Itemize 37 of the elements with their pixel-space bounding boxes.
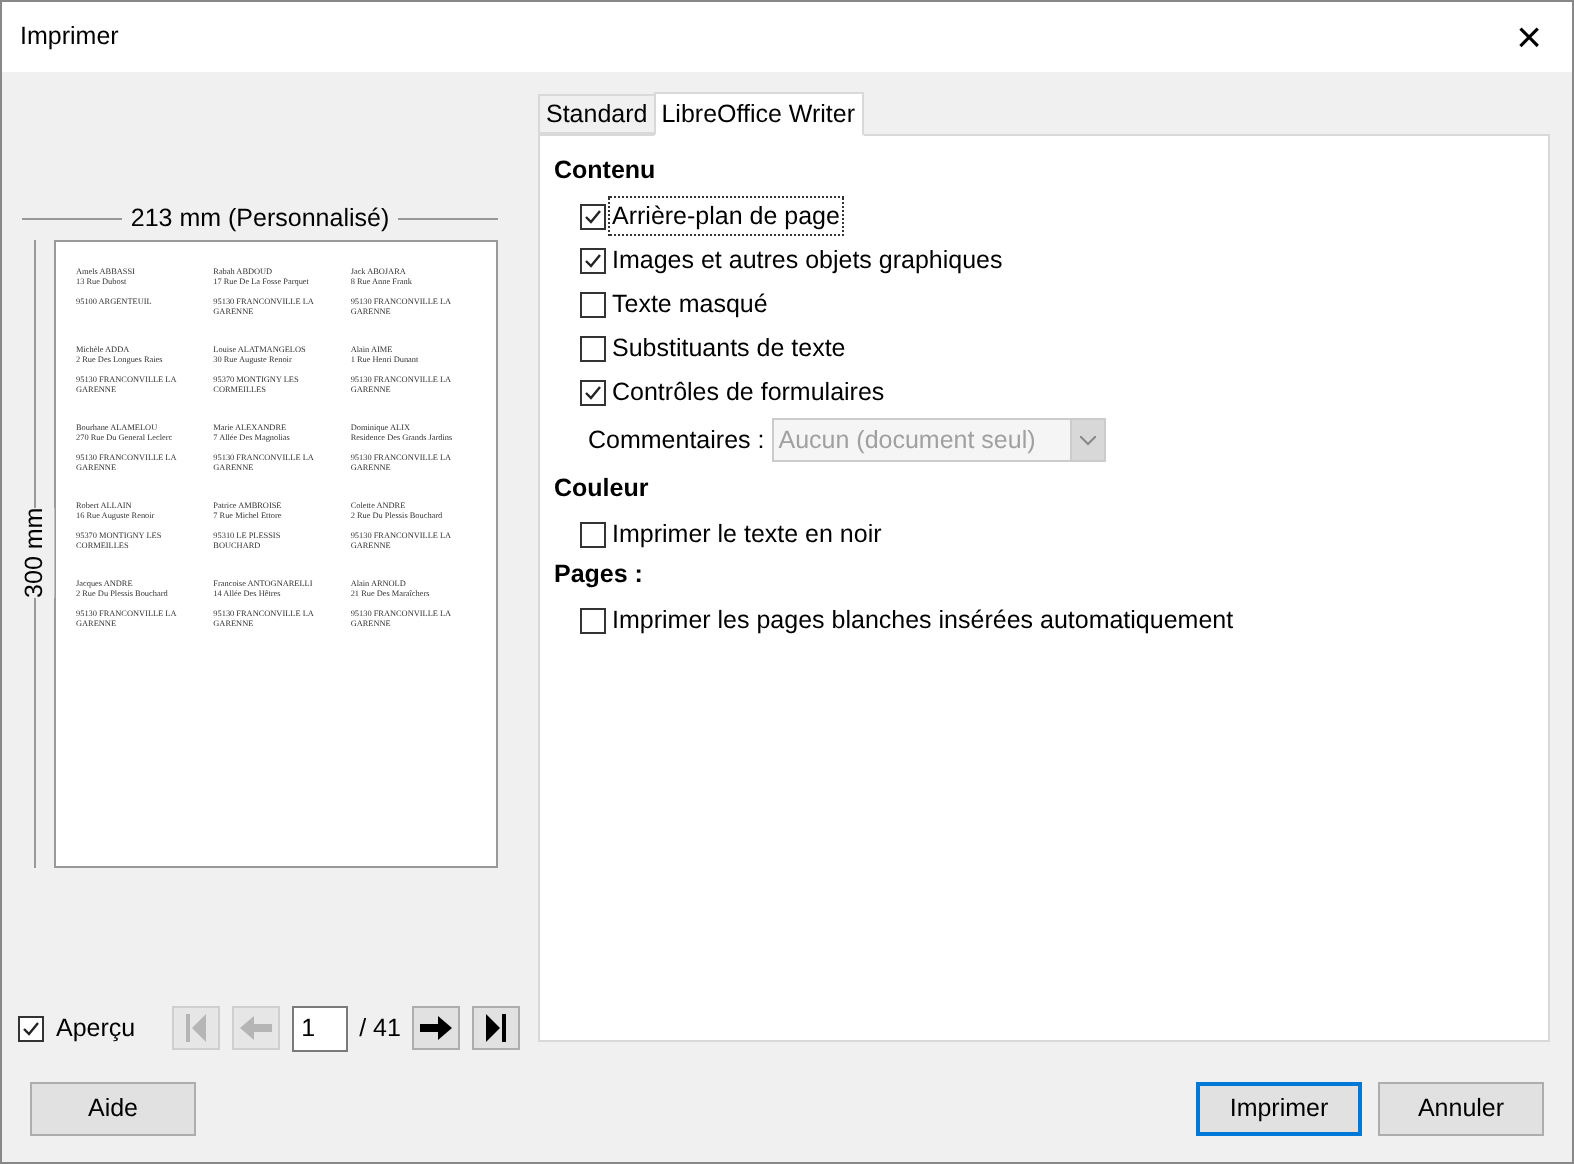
comments-label: Commentaires : — [588, 423, 765, 458]
close-button[interactable]: × — [1504, 15, 1554, 59]
right-arrow-icon — [420, 1016, 453, 1041]
option-label: Texte masqué — [610, 287, 770, 322]
checkbox[interactable] — [580, 607, 606, 633]
option-label: Arrière-plan de page — [610, 197, 842, 235]
last-page-button[interactable] — [472, 1006, 521, 1051]
option-label: Imprimer les pages blanches insérées automatiquement — [610, 603, 1236, 638]
checkbox[interactable] — [580, 521, 606, 547]
first-page-icon — [185, 1014, 206, 1043]
page-number-field[interactable]: 1 — [291, 1005, 348, 1052]
chevron-down-icon — [1080, 435, 1097, 445]
option-label: Contrôles de formulaires — [610, 375, 887, 410]
section-heading: Pages : — [554, 558, 645, 592]
option-label: Imprimer le texte en noir — [610, 517, 884, 552]
section-heading: Couleur — [554, 472, 651, 506]
page-count: / 41 — [359, 1011, 401, 1046]
option-label: Substituants de texte — [610, 331, 848, 366]
checkbox[interactable] — [580, 203, 606, 229]
checkbox[interactable] — [580, 379, 606, 405]
tab[interactable]: LibreOffice Writer — [653, 92, 864, 136]
next-page-button[interactable] — [412, 1006, 461, 1051]
checkbox[interactable] — [580, 291, 606, 317]
preview-label: Aperçu — [56, 1011, 136, 1046]
dialog-button[interactable]: Imprimer — [1196, 1082, 1362, 1137]
last-page-icon — [486, 1014, 507, 1043]
help-button[interactable]: Aide — [30, 1082, 196, 1137]
section-heading: Contenu — [554, 154, 658, 188]
checkbox[interactable] — [580, 247, 606, 273]
checkbox[interactable] — [18, 1015, 44, 1042]
dialog-button[interactable]: Annuler — [1378, 1082, 1544, 1137]
tab[interactable]: Standard — [538, 94, 654, 134]
option-label: Images et autres objets graphiques — [610, 243, 1005, 278]
window-title: Imprimer — [20, 20, 119, 55]
page-width-label: 213 mm (Personnalisé) — [130, 202, 390, 236]
left-arrow-icon — [239, 1016, 272, 1041]
checkbox[interactable] — [580, 335, 606, 361]
